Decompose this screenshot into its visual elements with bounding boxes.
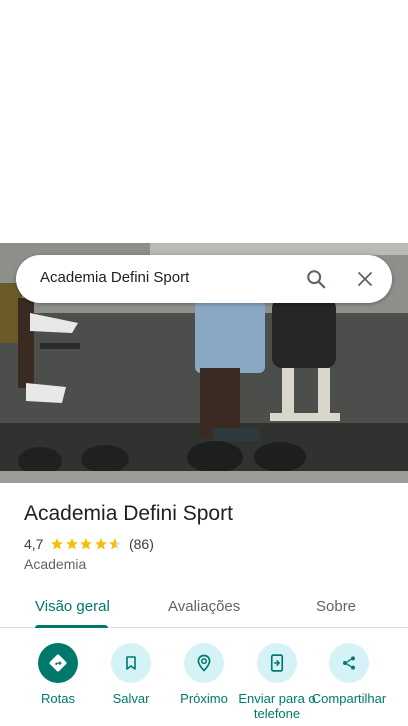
rating-row[interactable]: 4,7 (86) (24, 536, 154, 552)
place-category: Academia (24, 556, 87, 572)
search-bar[interactable]: Academia Defini Sport (16, 255, 392, 303)
star-half-icon (109, 538, 122, 550)
place-title: Academia Defini Sport (24, 502, 233, 525)
star-icon (95, 538, 107, 550)
save-button[interactable]: Salvar (91, 643, 171, 706)
tab-bar: Visão geral Avaliações Sobre (0, 586, 408, 628)
reviews-count: (86) (128, 536, 154, 552)
search-input[interactable]: Academia Defini Sport (40, 269, 189, 286)
directions-label: Rotas (41, 691, 75, 706)
share-icon (329, 643, 369, 683)
map-area[interactable] (0, 0, 408, 243)
share-button[interactable]: Compartilhar (309, 643, 389, 706)
bookmark-icon (111, 643, 151, 683)
save-label: Salvar (112, 691, 150, 706)
rating-stars (50, 537, 123, 551)
send-to-phone-label: Enviar para o telefone (238, 691, 316, 721)
nearby-icon (184, 643, 224, 683)
rating-value: 4,7 (24, 536, 44, 552)
send-to-phone-button[interactable]: Enviar para o telefone (237, 643, 317, 721)
tab-reviews[interactable]: Avaliações (168, 598, 240, 615)
star-icon (51, 538, 64, 550)
active-tab-indicator (35, 625, 108, 628)
tab-overview[interactable]: Visão geral (35, 598, 110, 615)
star-icon (66, 538, 78, 550)
share-label: Compartilhar (311, 691, 387, 706)
nearby-button[interactable]: Próximo (164, 643, 244, 706)
tab-about[interactable]: Sobre (316, 598, 356, 615)
nearby-label: Próximo (180, 691, 228, 706)
search-icon[interactable] (300, 263, 332, 295)
action-buttons: Rotas Salvar Próximo Enviar para o telef… (0, 643, 408, 726)
place-details-sheet: Academia Defini Sport 4,7 (86) Academia … (0, 483, 408, 726)
send-to-phone-icon (257, 643, 297, 683)
directions-button[interactable]: Rotas (18, 643, 98, 706)
directions-icon (38, 643, 78, 683)
close-icon[interactable] (349, 263, 381, 295)
star-icon (80, 538, 93, 550)
